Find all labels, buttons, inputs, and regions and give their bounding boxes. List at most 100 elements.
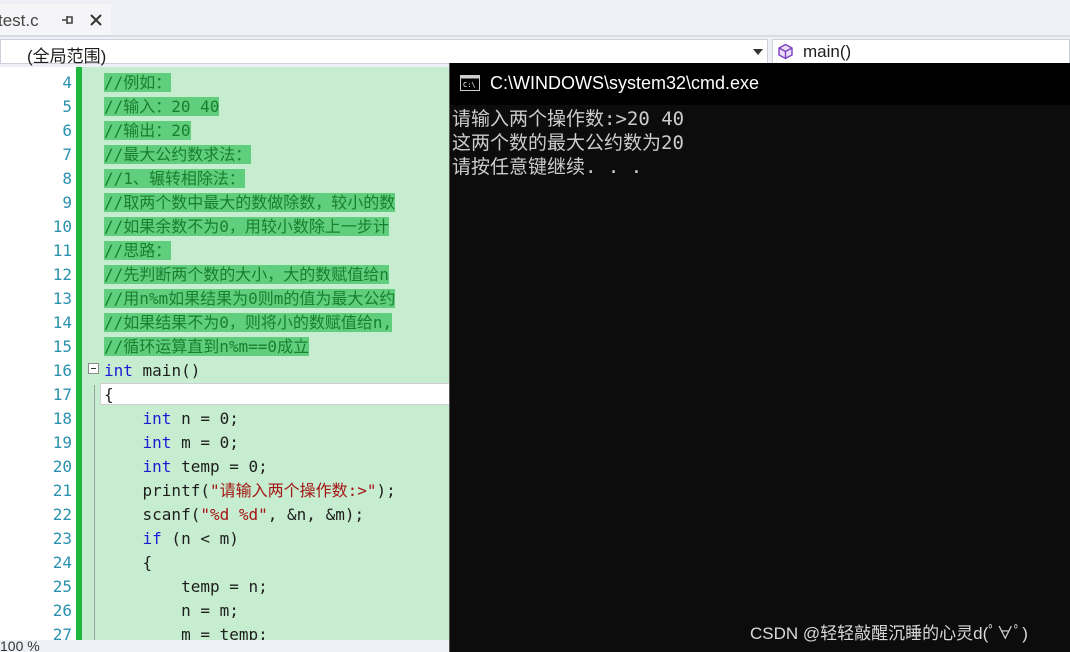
tab-test-c[interactable]: test.c bbox=[0, 4, 111, 39]
code-text: //例如： bbox=[104, 71, 172, 95]
line-number: 9 bbox=[62, 193, 72, 212]
screenshot-root: test.c (全局范围) main() 4 //例如： 5 //输入：20 4… bbox=[0, 0, 1070, 652]
line-number: 8 bbox=[62, 169, 72, 188]
code-token: { bbox=[104, 553, 153, 572]
code-text: //输入：20 40 bbox=[104, 95, 220, 119]
code-text: int n = 0; bbox=[104, 407, 239, 431]
tab-label: test.c bbox=[0, 10, 39, 30]
code-keyword: int bbox=[142, 457, 172, 476]
line-number: 19 bbox=[52, 433, 72, 452]
code-text: if (n < m) bbox=[104, 527, 239, 551]
code-text: //取两个数中最大的数做除数，较小的数 bbox=[104, 191, 396, 215]
code-text: //用n%m如果结果为0则m的值为最大公约 bbox=[104, 287, 396, 311]
code-text: int main() bbox=[104, 359, 200, 383]
cmd-window[interactable]: C:\ C:\WINDOWS\system32\cmd.exe 请输入两个操作数… bbox=[449, 63, 1070, 652]
line-number: 25 bbox=[52, 577, 72, 596]
code-string: "请输入两个操作数:>" bbox=[209, 481, 377, 500]
code-text: //如果余数不为0，用较小数除上一步计 bbox=[104, 215, 389, 239]
code-text: printf("请输入两个操作数:>"); bbox=[104, 479, 396, 503]
line-number: 4 bbox=[62, 73, 72, 92]
code-comment: //1、辗转相除法： bbox=[104, 169, 245, 188]
watermark-text: CSDN @轻轻敲醒沉睡的心灵d(ﾟ∀ﾟ) bbox=[750, 624, 1028, 643]
code-token: ); bbox=[376, 481, 396, 500]
code-token: temp = n; bbox=[104, 577, 268, 596]
document-tab-strip: test.c bbox=[0, 0, 1070, 39]
svg-text:C:\: C:\ bbox=[463, 81, 476, 89]
code-text: //循环运算直到n%m==0成立 bbox=[104, 335, 310, 359]
scope-label: (全局范围) bbox=[27, 47, 107, 66]
code-comment: //循环运算直到n%m==0成立 bbox=[104, 337, 310, 356]
code-text: scanf("%d %d", &n, &m); bbox=[104, 503, 365, 527]
code-token: n = 0; bbox=[171, 409, 239, 428]
code-token: (n < m) bbox=[161, 529, 239, 548]
line-number: 5 bbox=[62, 97, 72, 116]
line-number: 14 bbox=[52, 313, 72, 332]
line-number: 13 bbox=[52, 289, 72, 308]
code-comment: //最大公约数求法： bbox=[104, 145, 252, 164]
member-label: main() bbox=[803, 42, 852, 61]
code-comment: //思路： bbox=[104, 241, 172, 260]
line-number: 12 bbox=[52, 265, 72, 284]
code-comment: //如果结果不为0，则将小的数赋值给n, bbox=[104, 313, 393, 332]
line-number: 20 bbox=[52, 457, 72, 476]
line-number: 18 bbox=[52, 409, 72, 428]
code-token: temp = 0; bbox=[171, 457, 268, 476]
cmd-title: C:\WINDOWS\system32\cmd.exe bbox=[490, 73, 760, 93]
console-line: 请按任意键继续. . . bbox=[452, 156, 643, 178]
code-comment: //例如： bbox=[104, 73, 172, 92]
code-text: //最大公约数求法： bbox=[104, 143, 252, 167]
line-number: 11 bbox=[52, 241, 72, 260]
chevron-down-icon[interactable] bbox=[753, 49, 763, 55]
code-comment: //输入：20 40 bbox=[104, 97, 220, 116]
console-line: 请输入两个操作数:>20 40 bbox=[452, 108, 685, 130]
line-number: 26 bbox=[52, 601, 72, 620]
line-number: 10 bbox=[52, 217, 72, 236]
code-text: n = m; bbox=[104, 599, 239, 623]
code-token: n = m; bbox=[104, 601, 239, 620]
code-text: { bbox=[104, 551, 153, 575]
code-comment: //用n%m如果结果为0则m的值为最大公约 bbox=[104, 289, 396, 308]
line-number: 15 bbox=[52, 337, 72, 356]
code-string: "%d %d" bbox=[200, 505, 268, 524]
zoom-level[interactable]: 100 % bbox=[0, 638, 40, 652]
code-token: , &n, &m); bbox=[267, 505, 365, 524]
code-token: printf( bbox=[104, 481, 210, 500]
code-text: int m = 0; bbox=[104, 431, 239, 455]
code-text: //输出：20 bbox=[104, 119, 191, 143]
line-number: 21 bbox=[52, 481, 72, 500]
code-comment: //输出：20 bbox=[104, 121, 191, 140]
line-number: 23 bbox=[52, 529, 72, 548]
pin-icon[interactable] bbox=[60, 12, 74, 28]
code-token: scanf( bbox=[104, 505, 201, 524]
line-number: 24 bbox=[52, 553, 72, 572]
cmd-app-icon: C:\ bbox=[460, 75, 480, 91]
code-token: { bbox=[104, 385, 114, 404]
line-number: 16 bbox=[52, 361, 72, 380]
line-number: 22 bbox=[52, 505, 72, 524]
code-keyword: int bbox=[104, 361, 133, 380]
cmd-titlebar[interactable]: C:\ C:\WINDOWS\system32\cmd.exe bbox=[450, 63, 1070, 105]
code-comment: //如果余数不为0，用较小数除上一步计 bbox=[104, 217, 389, 236]
code-text: //思路： bbox=[104, 239, 172, 263]
code-token: m = 0; bbox=[171, 433, 239, 452]
code-text: //先判断两个数的大小，大的数赋值给n bbox=[104, 263, 389, 287]
scope-dropdown[interactable]: (全局范围) bbox=[0, 39, 768, 66]
member-dropdown[interactable]: main() bbox=[772, 39, 1070, 64]
console-output: 请输入两个操作数:>20 40 这两个数的最大公约数为20 请按任意键继续. .… bbox=[452, 107, 1070, 179]
line-number: 7 bbox=[62, 145, 72, 164]
code-text: //如果结果不为0，则将小的数赋值给n, bbox=[104, 311, 393, 335]
code-token: m = temp; bbox=[104, 625, 268, 640]
code-comment: //取两个数中最大的数做除数，较小的数 bbox=[104, 193, 396, 212]
function-cube-icon bbox=[778, 43, 793, 60]
code-comment: //先判断两个数的大小，大的数赋值给n bbox=[104, 265, 389, 284]
console-line: 这两个数的最大公约数为20 bbox=[452, 132, 684, 154]
line-number: 6 bbox=[62, 121, 72, 140]
close-icon[interactable] bbox=[88, 12, 104, 28]
code-keyword: int bbox=[142, 433, 172, 452]
code-keyword: int bbox=[142, 409, 172, 428]
code-text: //1、辗转相除法： bbox=[104, 167, 245, 191]
